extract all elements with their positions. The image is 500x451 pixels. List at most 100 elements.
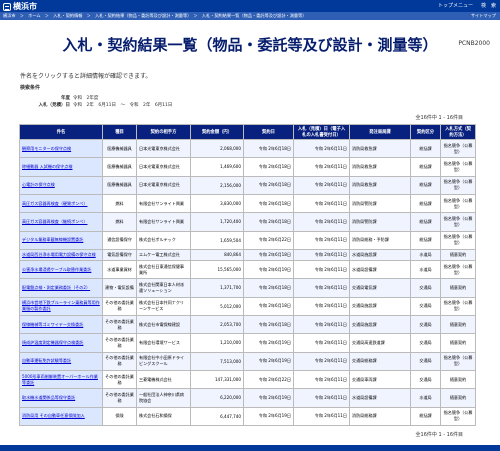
category-cell: 医療機械器具	[102, 175, 137, 195]
subject-link[interactable]: 取水機水道関係品等保守委託	[19, 388, 103, 408]
amount-cell: 840,864	[190, 248, 244, 261]
bid-method-cell: 随意契約	[440, 333, 476, 353]
bid-method-cell: 指名競争（公募型）	[440, 193, 476, 214]
bid-method-cell: 指名競争（公募型）	[440, 296, 476, 316]
breadcrumb-text[interactable]: 横浜市 ＞ ホーム ＞ 入札・契約情報 ＞ 入札・契約結果（物品・委託等及び設計…	[3, 13, 306, 18]
subject-link[interactable]: 水道局西谷浄水場用電力設備の保守点検	[19, 248, 103, 261]
amount-cell: 6,220,000	[190, 388, 244, 408]
table-row: 除細動器 入試機の保守点検 医療機械器具 日本光電東京株式会社 1,469,600 令和…	[19, 157, 476, 177]
table-row: 横浜市営地下鉄ブルーライン乗務員等用作業服の製作委託 その他の委託業務 株式会社日本…	[19, 296, 476, 316]
bid-date-cell: 令和 2年6月11日	[293, 175, 350, 195]
category-cell: 医療機械器具	[102, 138, 137, 159]
subject-link[interactable]: 配電盤点検・測定業務委託（その2）	[19, 278, 103, 298]
department-cell: 交通局電気課	[349, 278, 411, 298]
sitemap-link[interactable]: サイトマップ	[471, 12, 496, 20]
subject-link[interactable]: 高圧ガス容器再検査（硬質ボンベ）	[19, 193, 103, 214]
bid-date-cell: 令和 2年6月11日	[293, 230, 350, 250]
contract-date-cell: 令和 2年6月18日	[243, 278, 294, 298]
amount-cell: 3,830,000	[190, 193, 244, 214]
category-cell: その他の委託業務	[102, 369, 137, 390]
bid-date-cell: 令和 2年6月11日	[293, 369, 350, 390]
contract-date-cell: 令和 2年6月22日	[243, 369, 294, 390]
amount-cell: 1,469,600	[190, 157, 244, 177]
subject-link[interactable]: 5000形車両制御装置オーバーホール作業等委託	[19, 369, 103, 390]
subject-link[interactable]: 公害浄水場浸透ケーブル取替作業委託	[19, 259, 103, 280]
category-cell: 医療機械器具	[102, 157, 137, 177]
top-menu-link[interactable]: トップメニュー	[438, 2, 473, 9]
contract-date-cell: 令和 2年6月18日	[243, 157, 294, 177]
bid-date-label: 入札（見積）日	[38, 103, 71, 108]
bid-date-cell: 令和 2年6月11日	[293, 406, 350, 427]
contractor-cell: エムケー電工株式会社	[136, 248, 191, 261]
amount-cell: 147,331,000	[190, 369, 244, 390]
department-cell: 消防局総務課	[349, 406, 411, 427]
department-cell: 消防局救急課	[349, 157, 411, 177]
department-cell: 消防局総務・予防課	[349, 230, 411, 250]
contract-division-cell: 総括課	[410, 212, 441, 232]
category-cell: 建物・電気設備	[102, 278, 137, 298]
contract-date-cell: 令和 2年6月19日	[243, 351, 294, 371]
contract-division-cell: 交通局	[410, 369, 441, 390]
subject-link[interactable]: 心電計の保守点検	[19, 175, 103, 195]
subject-link[interactable]: 除細動器 入試機の保守点検	[19, 157, 103, 177]
bid-date-cell: 令和 2年6月11日	[293, 212, 350, 232]
subject-link[interactable]: 消防局用 その自動車任意保険加入	[19, 406, 103, 427]
department-cell: 水道局設備課	[349, 388, 411, 408]
col-contract-division: 契約区分	[410, 124, 441, 140]
table-row: 消防局用 その自動車任意保険加入 保険 株式会社石和損保 6,447,740 令和 2年…	[19, 406, 476, 427]
table-row: デジタル業務車載無線機設置委託 通信設備保守 株式会社ボルテック 1,659,504 令…	[19, 230, 476, 250]
subject-link[interactable]: 保線機械等ゴミワイヤー交換委託	[19, 314, 103, 335]
category-cell: 通信設備保守	[102, 230, 137, 250]
table-row: 配電盤点検・測定業務委託（その2） 建物・電気設備 株式会社関東日本人材派遣ソリュー…	[19, 278, 476, 298]
breadcrumb: 横浜市 ＞ ホーム ＞ 入札・契約情報 ＞ 入札・契約結果（物品・委託等及び設計…	[0, 12, 500, 20]
contractor-cell: 株式会社日本共同ナクリーンサービス	[136, 296, 191, 316]
bid-date-cell: 令和 2年6月11日	[293, 351, 350, 371]
amount-cell: 2,068,000	[190, 138, 244, 159]
col-contractor: 契約の相手方	[136, 124, 191, 140]
subject-link[interactable]: 横浜市営地下鉄ブルーライン乗務員等用作業服の製作委託	[19, 296, 103, 316]
category-cell: その他の委託業務	[102, 333, 137, 353]
subject-link[interactable]: 観察用モニターの保守点検	[19, 138, 103, 159]
yokohama-logo[interactable]: 横浜市	[3, 1, 37, 12]
search-link[interactable]: 検 索	[481, 2, 496, 9]
contract-division-cell: 総括課	[410, 175, 441, 195]
contract-date-cell: 令和 2年6月18日	[243, 296, 294, 316]
contractor-cell: 三菱電機株式会社	[136, 369, 191, 390]
bid-method-cell: 随意契約	[440, 314, 476, 335]
bid-date-cell: 令和 2年6月11日	[293, 259, 350, 280]
contract-date-cell: 令和 2年6月18日	[243, 193, 294, 214]
col-bid-method: 入札方式（契約方法）	[440, 124, 476, 140]
search-conditions: 年度 令和 2年度 入札（見積）日 令和 2年 6月11日 ～ 令和 2年 6月11…	[20, 95, 173, 109]
department-cell: 消防局警防課	[349, 193, 411, 214]
department-cell: 交通局車両課	[349, 369, 411, 390]
table-row: 自動車運転免許試験等委託 その他の委託業務 有限会社中小田原ドライビングスクール 7,…	[19, 351, 476, 371]
amount-cell: 1,210,000	[190, 333, 244, 353]
amount-cell: 2,156,000	[190, 175, 244, 195]
contract-date-cell: 令和 2年6月18日	[243, 248, 294, 261]
subject-link[interactable]: 高圧ガス容器再検査（継続ボンベ）	[19, 212, 103, 232]
subject-link[interactable]: デジタル業務車載無線機設置委託	[19, 230, 103, 250]
col-category: 種目	[102, 124, 137, 140]
contractor-cell: 株式会社石和損保	[136, 406, 191, 427]
bid-date-value: 令和 2年 6月11日 ～ 令和 2年 6月11日	[73, 103, 173, 108]
contract-date-cell: 令和 2年6月19日	[243, 406, 294, 427]
subject-link[interactable]: 自動車運転免許試験等委託	[19, 351, 103, 371]
contract-date-cell: 令和 2年6月18日	[243, 212, 294, 232]
table-row: 保線機械等ゴミワイヤー交換委託 その他の委託業務 株式会社市電保線建設 2,053,7…	[19, 314, 476, 335]
contract-division-cell: 総括課	[410, 157, 441, 177]
table-row: 5000形車両制御装置オーバーホール作業等委託 その他の委託業務 三菱電機株式会社 1…	[19, 369, 476, 390]
amount-cell: 15,565,000	[190, 259, 244, 280]
bid-method-cell: 随意契約	[440, 278, 476, 298]
table-row: 心電計の保守点検 医療機械器具 日本光電東京株式会社 2,156,000 令和 2年6月…	[19, 175, 476, 195]
bid-method-cell: 指名競争（公募型）	[440, 212, 476, 232]
contract-division-cell: 交通局	[410, 351, 441, 371]
contractor-cell: 有限会社サンライト興業	[136, 212, 191, 232]
subject-link[interactable]: 焼成炉温度測定機器保守点検委託	[19, 333, 103, 353]
contractor-cell: 有限会社中小田原ドライビングスクール	[136, 351, 191, 371]
results-table: 件名 種目 契約の相手方 契約金額（円） 契約日 入札（見積）日（電子入札の入札…	[19, 124, 476, 427]
contract-division-cell: 交通局	[410, 314, 441, 335]
category-cell: 保険	[102, 406, 137, 427]
department-cell: 交通局施設課	[349, 314, 411, 335]
category-cell: その他の委託業務	[102, 351, 137, 371]
amount-cell: 1,720,400	[190, 212, 244, 232]
